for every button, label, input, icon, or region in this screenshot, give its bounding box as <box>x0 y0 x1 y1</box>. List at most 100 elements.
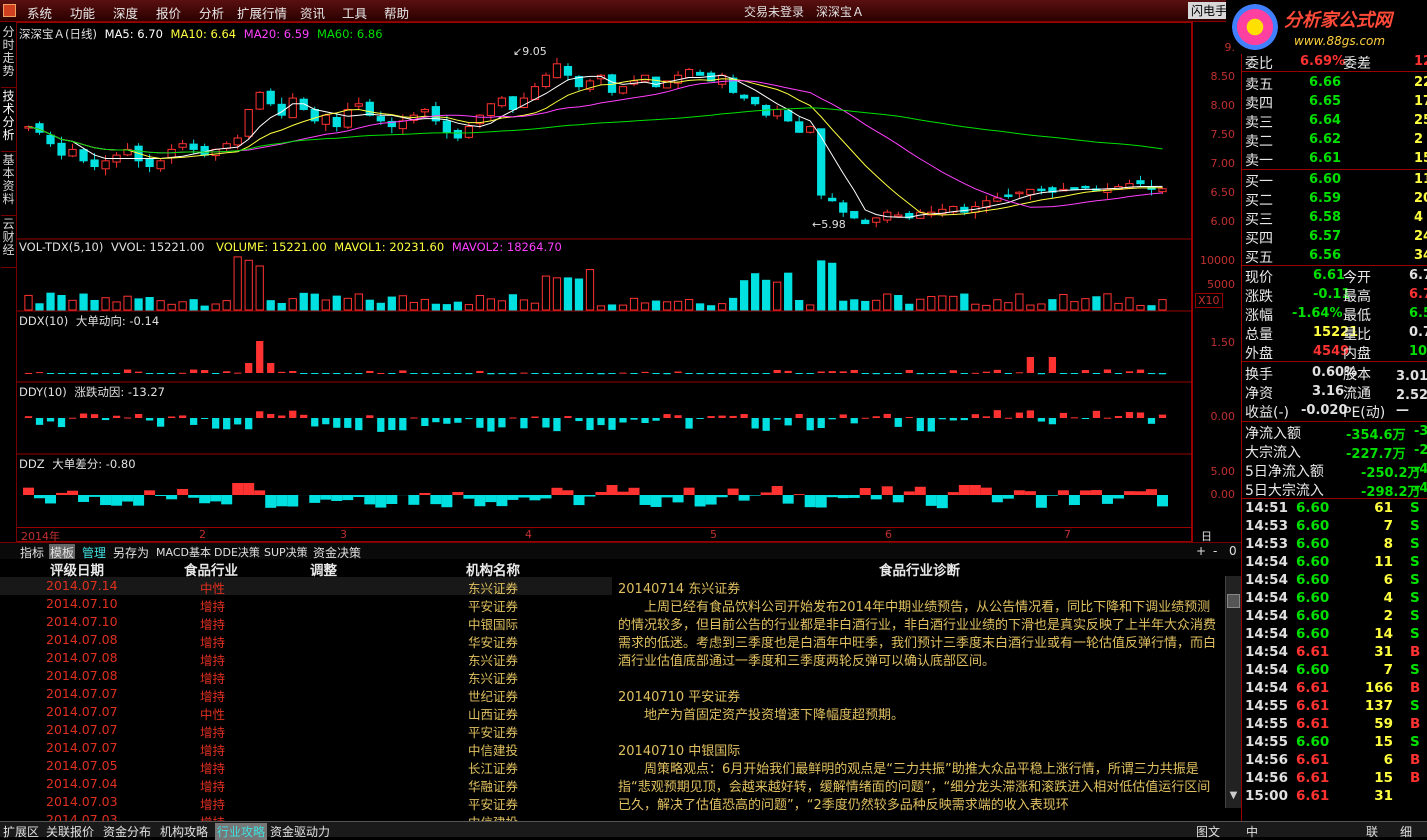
menu-analysis[interactable]: 分析 <box>199 3 224 22</box>
chart-svg[interactable]: ↙9.05 ←5.98 <box>17 23 1192 543</box>
tick-row: 14:54 6.61 31 B <box>1245 644 1427 662</box>
tab-macd-basic[interactable]: MACD基本 <box>156 544 211 560</box>
table-row[interactable]: 2014.07.10 增持 中银国际 <box>0 613 612 632</box>
table-row[interactable]: 2014.07.04 增持 华融证券 <box>0 775 612 794</box>
table-row[interactable]: 2014.07.14 中性 东兴证券 <box>0 577 612 596</box>
candle-body <box>244 108 253 137</box>
candle-body <box>57 142 66 156</box>
tab-fund-distribution[interactable]: 资金分布 <box>103 823 151 840</box>
scroll-thumb[interactable] <box>1227 594 1240 608</box>
ddx-bar <box>696 373 704 375</box>
candle-body <box>1136 180 1145 185</box>
zoom-out-button[interactable]: - <box>1213 544 1217 558</box>
table-row[interactable]: 2014.07.08 增持 华安证券 <box>0 631 612 650</box>
tick-side: S <box>1410 518 1420 534</box>
menu-quote[interactable]: 报价 <box>156 3 181 22</box>
ddy-bar <box>498 418 506 428</box>
ddy-bar <box>300 414 308 418</box>
ddy-bar <box>619 418 627 423</box>
reset-button[interactable]: 0 <box>1229 544 1237 558</box>
tab-graphic[interactable]: 图文 <box>1196 823 1220 840</box>
tab-zhong[interactable]: 中 <box>1246 823 1258 840</box>
menu-ext-market[interactable]: 扩展行情 <box>237 3 287 22</box>
candle-body <box>1081 185 1090 189</box>
volume-bar <box>1136 304 1145 311</box>
volume-bar <box>101 297 110 311</box>
tick-volume: 8 <box>1383 536 1393 552</box>
ddy-bar <box>839 414 847 418</box>
flash-trade-button[interactable]: 闪电手 <box>1188 2 1231 19</box>
zoom-in-button[interactable]: + <box>1196 544 1206 558</box>
table-row[interactable]: 2014.07.08 增持 东兴证券 <box>0 649 612 668</box>
tick-volume: 7 <box>1383 518 1393 534</box>
diagnosis-scrollbar[interactable]: ▼ <box>1225 576 1241 808</box>
col-industry[interactable]: 食品行业 <box>184 559 238 579</box>
tab-fund-driver[interactable]: 资金驱动力 <box>270 823 330 840</box>
ddx-bar <box>740 373 748 374</box>
tab-fundamentals[interactable]: 基本资料 <box>1 154 16 216</box>
cell-date: 2014.07.14 <box>46 578 118 593</box>
table-row[interactable]: 2014.07.10 增持 平安证券 <box>0 595 612 614</box>
vol-title-row: VOL-TDX(5,10) VVOL: 15221.00 VOLUME: 152… <box>19 240 562 254</box>
tab-cloud-finance[interactable]: 云财经 <box>1 218 16 268</box>
app-icon[interactable] <box>3 4 16 17</box>
tick-side: S <box>1410 590 1420 606</box>
tab-industry-strategy[interactable]: 行业攻略 <box>215 823 268 840</box>
sell-price: 6.65 <box>1309 94 1342 109</box>
candle-body <box>79 149 88 162</box>
volume-bar <box>960 293 969 311</box>
volume-bar <box>156 300 165 311</box>
volume-bar <box>24 294 33 311</box>
sell-price: 6.61 <box>1309 151 1342 166</box>
tab-institution-strategy[interactable]: 机构攻略 <box>160 823 208 840</box>
menu-help[interactable]: 帮助 <box>384 3 409 22</box>
tab-sup-decision[interactable]: SUP决策 <box>264 544 308 560</box>
tab-ext-area[interactable]: 扩展区 <box>3 823 39 840</box>
ddx-title: DDX(10) <box>19 314 69 328</box>
scroll-down-icon[interactable]: ▼ <box>1227 790 1240 804</box>
tick-time: 14:56 <box>1245 752 1288 768</box>
flow-label: 大宗流入 <box>1245 445 1301 461</box>
table-row[interactable]: 2014.07.07 增持 中信建投 <box>0 739 612 758</box>
tab-lian[interactable]: 联 <box>1366 823 1378 840</box>
ddy-bar <box>883 413 891 418</box>
table-row[interactable]: 2014.07.07 中性 山西证券 <box>0 703 612 722</box>
menu-info[interactable]: 资讯 <box>300 3 325 22</box>
menu-system[interactable]: 系统 <box>27 3 52 22</box>
ddx-bar <box>123 369 132 373</box>
table-row[interactable]: 2014.07.05 增持 长江证券 <box>0 757 612 776</box>
menu-function[interactable]: 功能 <box>70 3 95 22</box>
table-row[interactable]: 2014.07.03 增持 平安证券 <box>0 793 612 812</box>
volume-bar <box>288 298 297 311</box>
cell-date: 2014.07.07 <box>46 704 118 719</box>
table-row[interactable]: 2014.07.07 增持 世纪证券 <box>0 685 612 704</box>
tick-time: 14:56 <box>1245 770 1288 786</box>
menu-depth[interactable]: 深度 <box>113 3 138 22</box>
ddx-bar <box>432 373 440 374</box>
menu-tools[interactable]: 工具 <box>342 3 367 22</box>
tab-technical[interactable]: 技术分析 <box>1 90 16 152</box>
trade-status[interactable]: 交易未登录 <box>744 3 804 20</box>
tick-time: 15:00 <box>1245 788 1288 804</box>
ddx-bar <box>179 372 187 374</box>
tab-dde-decision[interactable]: DDE决策 <box>214 544 260 560</box>
tab-related-quotes[interactable]: 关联报价 <box>46 823 94 840</box>
col-institution[interactable]: 机构名称 <box>466 559 520 579</box>
chart-area[interactable]: ↙9.05 ←5.98 深深宝Ａ(日线) MA5: 6.70 MA10: 6.64… <box>17 22 1192 542</box>
col-adjust[interactable]: 调整 <box>310 559 337 579</box>
y-tick: 6.50 <box>1210 186 1236 199</box>
ddy-bar <box>443 418 451 424</box>
tick-volume: 61 <box>1374 500 1393 516</box>
sell-level-label: 卖五 <box>1245 77 1273 93</box>
ddy-bar <box>1048 418 1057 425</box>
candle-body <box>398 120 407 130</box>
tab-xi[interactable]: 细 <box>1400 823 1412 840</box>
ddy-bar <box>234 418 242 425</box>
weibi-label: 委比 <box>1245 56 1273 72</box>
table-row[interactable]: 2014.07.07 增持 平安证券 <box>0 721 612 740</box>
volume-bar <box>530 302 540 311</box>
col-date[interactable]: 评级日期 <box>50 559 104 579</box>
tab-intraday[interactable]: 分时走势 <box>1 26 16 88</box>
ddx-bar <box>1147 373 1156 375</box>
table-row[interactable]: 2014.07.08 增持 东兴证券 <box>0 667 612 686</box>
